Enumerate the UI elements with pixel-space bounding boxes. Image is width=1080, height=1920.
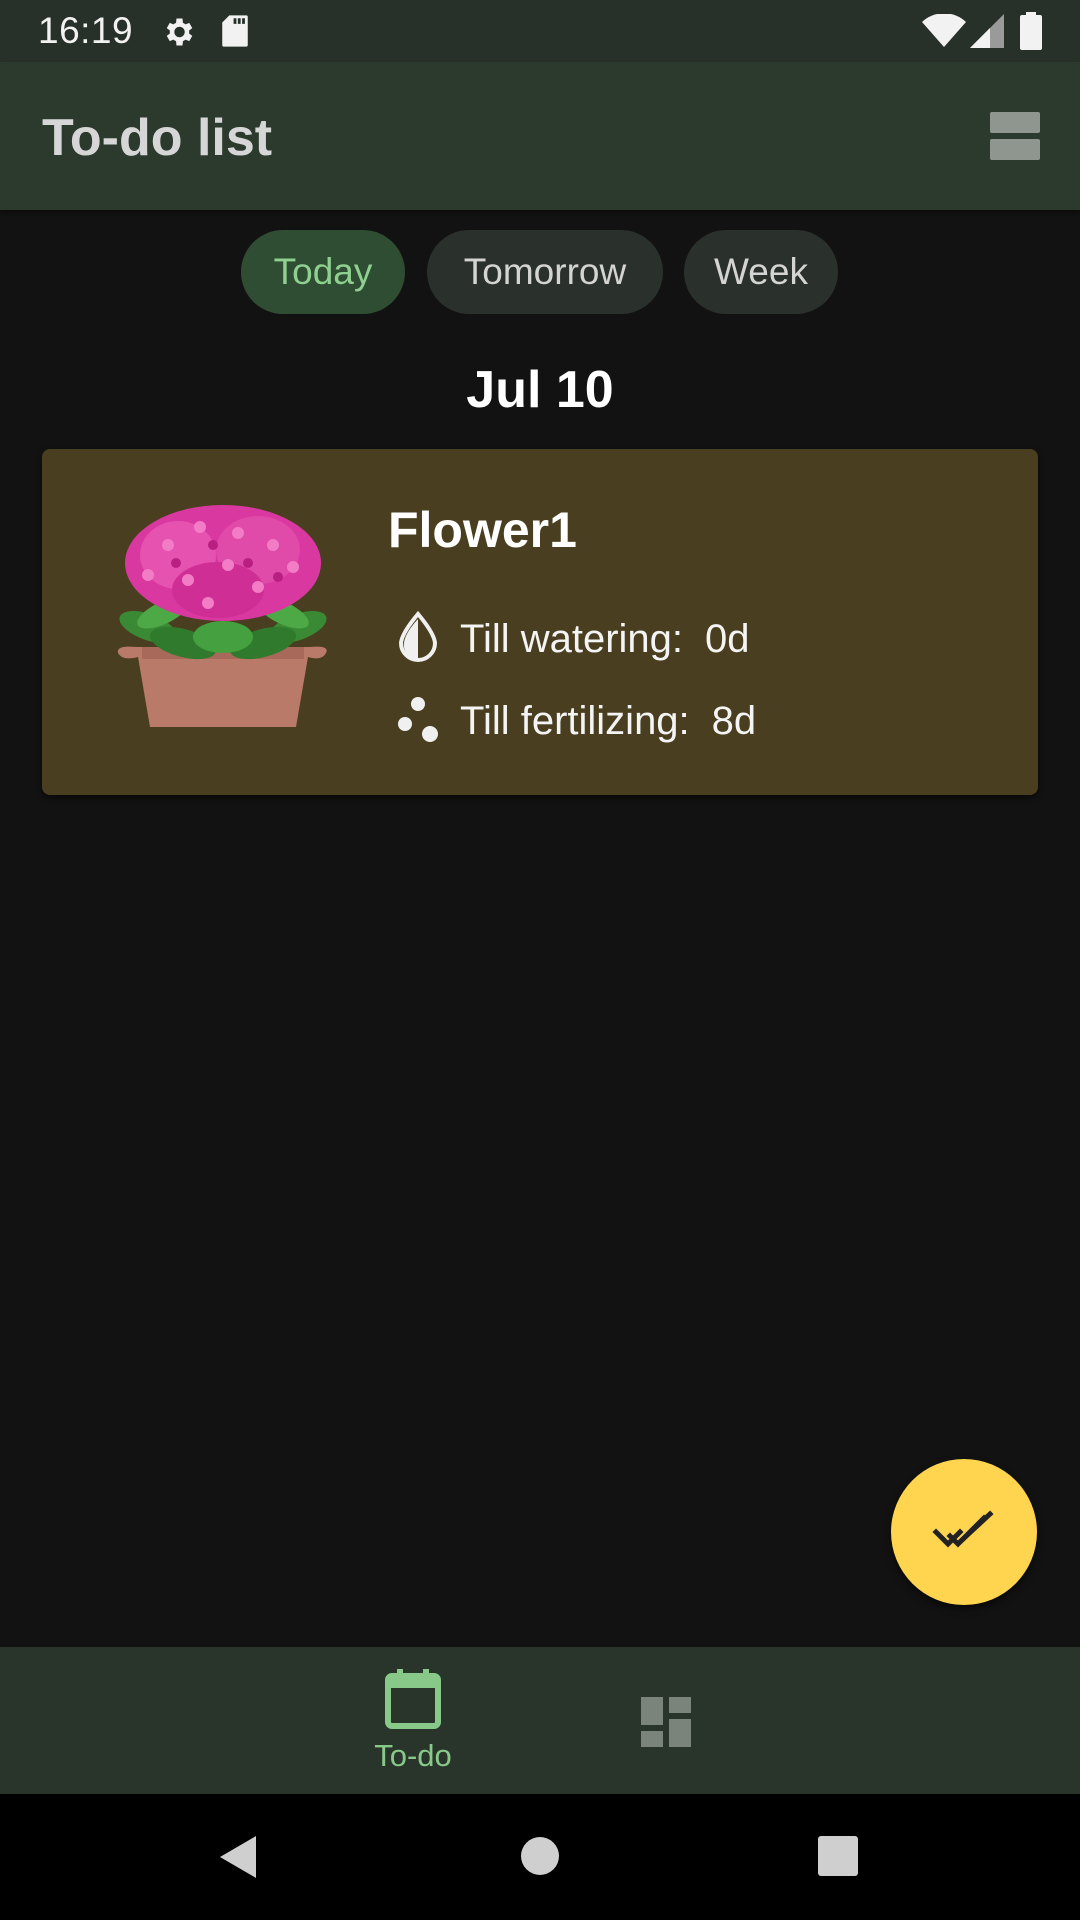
view-toggle-icon[interactable] — [990, 112, 1040, 160]
gear-icon — [160, 14, 196, 55]
chip-tomorrow[interactable]: Tomorrow — [427, 230, 663, 314]
task-card[interactable]: Flower1 Till watering: 0d Till fertilizi… — [42, 449, 1038, 795]
cellular-signal-icon — [970, 14, 1004, 53]
app-bar: To-do list — [0, 62, 1080, 210]
wifi-icon — [922, 13, 966, 53]
chip-today[interactable]: Today — [241, 230, 405, 314]
fertilizing-value: 8d — [711, 698, 757, 743]
dashboard-icon — [641, 1697, 691, 1752]
chip-week[interactable]: Week — [684, 230, 838, 314]
system-navigation-bar — [0, 1794, 1080, 1920]
mark-done-button[interactable] — [891, 1459, 1037, 1605]
date-header: Jul 10 — [466, 361, 614, 419]
nav-item-todo[interactable]: To-do — [333, 1647, 493, 1816]
status-bar: 16:19 — [0, 0, 1080, 62]
flower-pot-illustration — [108, 505, 338, 745]
recents-icon[interactable] — [818, 1836, 858, 1881]
page-title: To-do list — [42, 109, 273, 167]
chip-label: Week — [714, 251, 808, 292]
task-name: Flower1 — [388, 502, 577, 558]
battery-icon — [1020, 12, 1042, 55]
status-time: 16:19 — [38, 10, 134, 51]
watering-row: Till watering: 0d — [396, 610, 750, 668]
chip-label: Today — [273, 251, 373, 292]
watering-label: Till watering: — [460, 616, 684, 661]
bottom-navigation: To-do — [0, 1647, 1080, 1794]
water-drop-icon — [396, 610, 440, 668]
nav-item-label: To-do — [374, 1738, 452, 1773]
double-check-icon — [932, 1509, 996, 1555]
watering-value: 0d — [705, 616, 750, 661]
home-icon[interactable] — [520, 1836, 560, 1881]
calendar-icon — [385, 1669, 441, 1734]
chip-label: Tomorrow — [463, 251, 627, 292]
fertilizing-label: Till fertilizing: — [460, 698, 690, 743]
fertilizer-icon — [396, 694, 440, 749]
back-icon[interactable] — [216, 1834, 260, 1885]
filter-chips: Today Tomorrow Week — [0, 230, 1080, 316]
fertilizing-row: Till fertilizing: 8d — [396, 693, 756, 749]
sd-card-icon — [220, 14, 250, 53]
